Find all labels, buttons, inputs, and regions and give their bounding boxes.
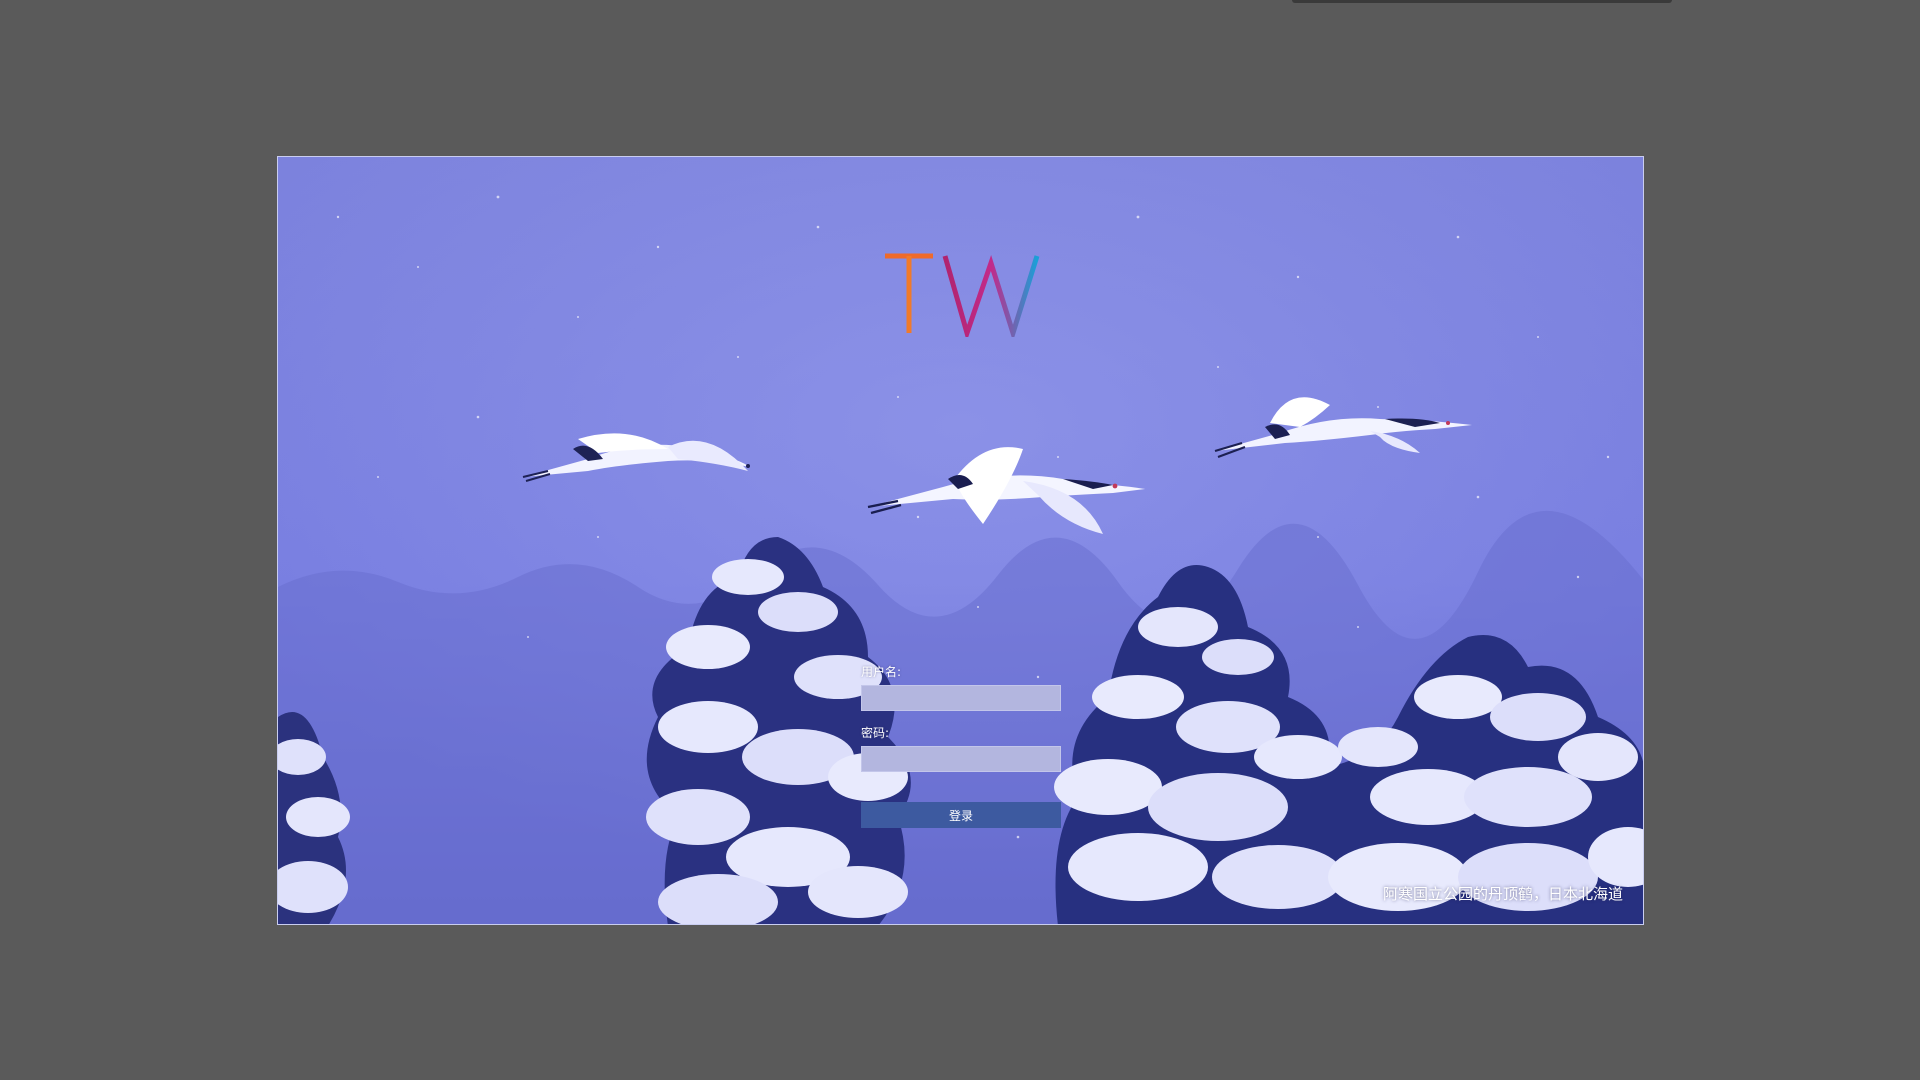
top-window-strip — [1292, 0, 1672, 3]
photo-caption: 阿寒国立公园的丹顶鹤，日本北海道 — [1382, 885, 1623, 903]
username-label: 用户名: — [861, 665, 902, 679]
logo-letter-w — [942, 254, 1040, 337]
crane-center — [867, 447, 1145, 534]
crane-left — [522, 433, 750, 482]
tw-logo — [885, 253, 1040, 337]
login-frame: 用户名: 密码: 登录 阿寒国立公园的丹顶鹤，日本北海道 — [277, 156, 1644, 925]
username-input[interactable] — [861, 685, 1061, 711]
crane-right — [1214, 397, 1472, 459]
logo-letter-t — [885, 253, 933, 333]
login-form: 用户名: 密码: 登录 — [861, 664, 1061, 828]
login-button[interactable]: 登录 — [861, 802, 1061, 828]
password-label: 密码: — [861, 726, 890, 740]
password-input[interactable] — [861, 746, 1061, 772]
